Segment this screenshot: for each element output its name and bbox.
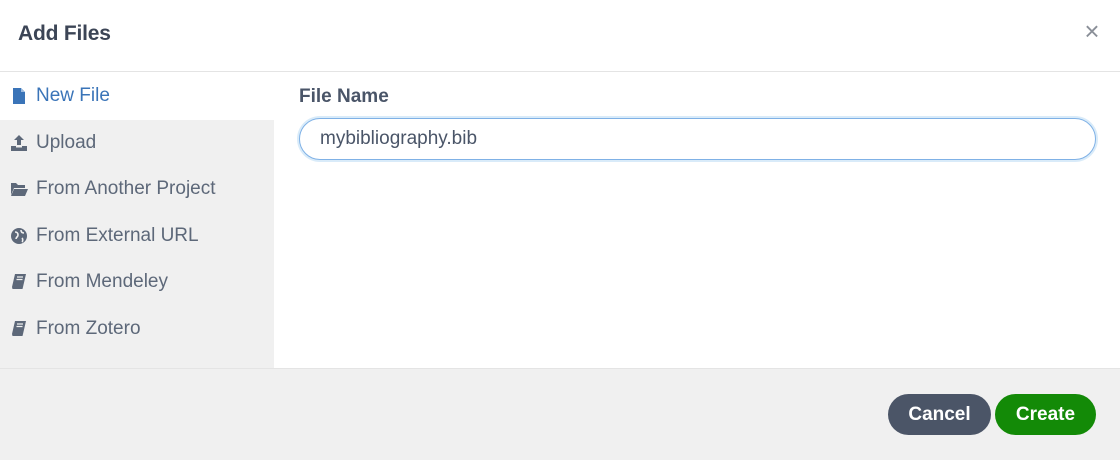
upload-icon xyxy=(10,134,28,152)
sidebar-item-from-another-project[interactable]: From Another Project xyxy=(0,166,274,213)
sidebar-item-label: From Zotero xyxy=(36,317,141,339)
file-name-input[interactable] xyxy=(299,118,1096,160)
dialog-header: Add Files × xyxy=(0,0,1120,72)
add-files-dialog: Add Files × New File Upload From Another… xyxy=(0,0,1120,460)
globe-icon xyxy=(10,227,28,245)
book-icon xyxy=(10,320,28,338)
book-icon xyxy=(10,273,28,291)
cancel-button[interactable]: Cancel xyxy=(888,394,991,435)
sidebar-item-label: New File xyxy=(36,85,110,107)
sidebar-item-label: From Another Project xyxy=(36,178,216,200)
sidebar-item-from-external-url[interactable]: From External URL xyxy=(0,213,274,260)
file-name-label: File Name xyxy=(299,86,389,107)
sidebar-item-from-mendeley[interactable]: From Mendeley xyxy=(0,259,274,306)
create-button[interactable]: Create xyxy=(995,394,1096,435)
sidebar-item-new-file[interactable]: New File xyxy=(0,73,274,120)
new-file-panel: File Name xyxy=(274,73,1120,368)
sidebar-item-label: Upload xyxy=(36,131,97,153)
sidebar-item-from-zotero[interactable]: From Zotero xyxy=(0,306,274,353)
close-icon[interactable]: × xyxy=(1082,18,1102,44)
dialog-title: Add Files xyxy=(18,22,111,45)
sidebar: New File Upload From Another Project Fro… xyxy=(0,73,274,368)
sidebar-item-upload[interactable]: Upload xyxy=(0,120,274,167)
sidebar-item-label: From Mendeley xyxy=(36,271,168,293)
dialog-footer: Cancel Create xyxy=(0,368,1120,460)
folder-open-icon xyxy=(10,180,28,198)
file-icon xyxy=(10,87,28,105)
sidebar-item-label: From External URL xyxy=(36,224,199,246)
